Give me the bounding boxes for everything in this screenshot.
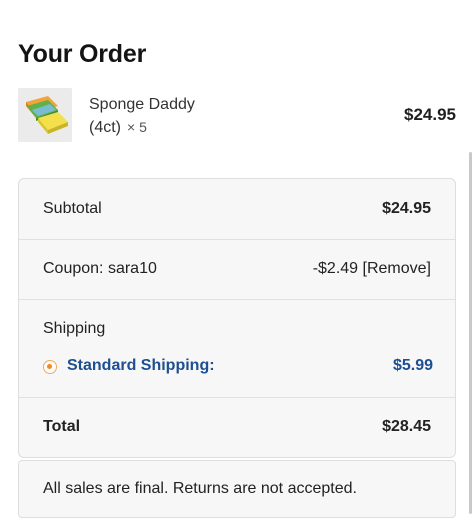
subtotal-row: Subtotal $24.95 xyxy=(19,200,455,222)
coupon-remove-link[interactable]: [Remove] xyxy=(363,260,431,277)
sales-notice: All sales are final. Returns are not acc… xyxy=(18,460,456,518)
coupon-discount: -$2.49 xyxy=(312,260,359,277)
product-image xyxy=(18,88,72,142)
divider xyxy=(19,239,455,240)
coupon-label: Coupon: sara10 xyxy=(43,260,157,277)
shipping-option-price: $5.99 xyxy=(392,357,433,374)
total-value: $28.45 xyxy=(382,418,431,435)
shipping-option-label: Standard Shipping: xyxy=(67,357,215,374)
order-item: Sponge Daddy (4ct) × 5 $24.95 xyxy=(18,88,458,144)
product-variant: (4ct) × 5 xyxy=(89,116,147,139)
product-quantity: × 5 xyxy=(127,119,147,135)
scrollbar[interactable] xyxy=(469,152,472,514)
order-title: Your Order xyxy=(18,40,147,68)
sponge-icon xyxy=(18,88,72,142)
shipping-radio[interactable] xyxy=(43,360,57,374)
product-variant-label: (4ct) xyxy=(89,119,121,136)
coupon-value-group: -$2.49 [Remove] xyxy=(313,260,431,278)
order-summary-card: Subtotal $24.95 Coupon: sara10 -$2.49 [R… xyxy=(18,178,456,458)
coupon-row: Coupon: sara10 -$2.49 [Remove] xyxy=(19,260,455,282)
subtotal-label: Subtotal xyxy=(43,200,102,217)
shipping-heading-row: Shipping xyxy=(19,320,455,342)
total-row: Total $28.45 xyxy=(19,418,455,440)
notice-text: All sales are final. Returns are not acc… xyxy=(43,480,357,497)
subtotal-value: $24.95 xyxy=(382,200,431,217)
checkout-page: Your Order Sponge Daddy (4ct) × 5 $24.95 xyxy=(0,0,474,526)
divider xyxy=(19,397,455,398)
product-name: Sponge Daddy xyxy=(89,96,195,113)
total-label: Total xyxy=(43,418,81,435)
product-price: $24.95 xyxy=(404,105,456,124)
shipping-label: Shipping xyxy=(43,320,106,337)
divider xyxy=(19,299,455,300)
shipping-option-standard[interactable]: Standard Shipping: $5.99 xyxy=(43,357,433,379)
